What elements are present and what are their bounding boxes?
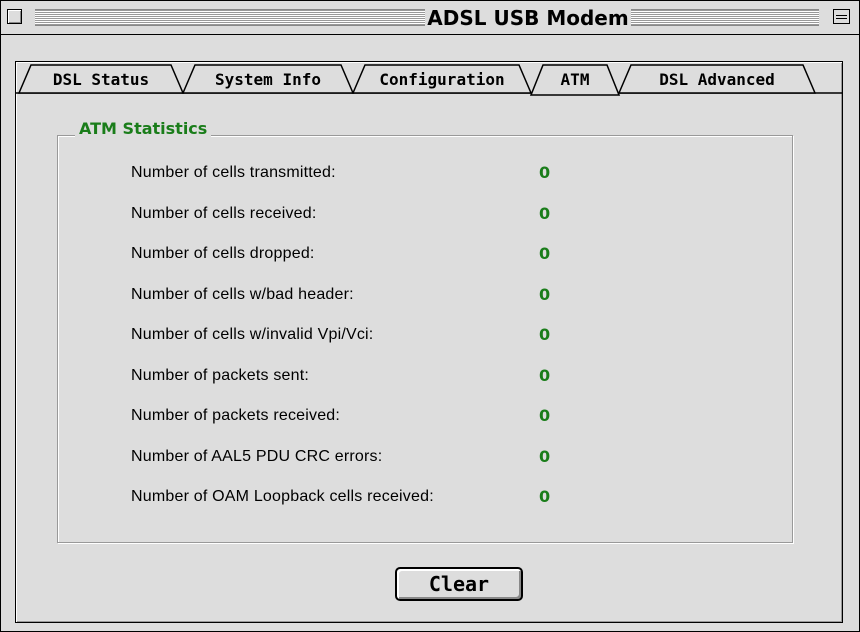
stat-value: 0	[539, 406, 551, 425]
stat-value: 0	[539, 325, 551, 344]
stat-row: Number of packets sent: 0	[1, 364, 860, 388]
stat-row: Number of cells received: 0	[1, 202, 860, 226]
stat-label: Number of packets received:	[131, 407, 341, 424]
stat-row: Number of cells dropped: 0	[1, 242, 860, 266]
tab-atm[interactable]: ATM	[531, 66, 619, 94]
stat-label: Number of AAL5 PDU CRC errors:	[131, 447, 383, 465]
stat-row: Number of cells w/bad header: 0	[1, 283, 860, 307]
atm-statistics-title: ATM Statistics	[75, 118, 212, 140]
clear-button[interactable]: Clear	[395, 567, 523, 601]
stat-row: Number of OAM Loopback cells received: 0	[1, 485, 860, 509]
stat-row: Number of cells transmitted: 0	[1, 161, 860, 185]
stat-label: Number of OAM Loopback cells received:	[131, 488, 434, 505]
stat-value: 0	[539, 446, 551, 466]
stat-label: Number of cells transmitted:	[131, 164, 336, 181]
stat-label: Number of cells dropped:	[131, 245, 315, 262]
tab-dsl-status[interactable]: DSL Status	[19, 66, 183, 94]
stat-value: 0	[539, 163, 551, 182]
stat-value: 0	[539, 244, 551, 263]
tab-dsl-advanced[interactable]: DSL Advanced	[619, 66, 815, 94]
stat-label: Number of cells w/invalid Vpi/Vci:	[131, 326, 374, 343]
stat-value: 0	[539, 487, 551, 506]
stat-value: 0	[539, 284, 551, 304]
stat-value: 0	[539, 203, 551, 223]
stat-label: Number of packets sent:	[131, 366, 310, 384]
stat-row: Number of cells w/invalid Vpi/Vci: 0	[1, 323, 860, 347]
stat-row: Number of packets received: 0	[1, 404, 860, 428]
tab-configuration[interactable]: Configuration	[353, 66, 531, 94]
stat-row: Number of AAL5 PDU CRC errors: 0	[1, 445, 860, 469]
stat-label: Number of cells received:	[131, 204, 317, 222]
stat-label: Number of cells w/bad header:	[131, 285, 354, 303]
stat-value: 0	[539, 365, 551, 385]
tab-system-info[interactable]: System Info	[183, 66, 353, 94]
modem-window: ADSL USB Modem DSL Status System Info Conf…	[0, 0, 860, 632]
